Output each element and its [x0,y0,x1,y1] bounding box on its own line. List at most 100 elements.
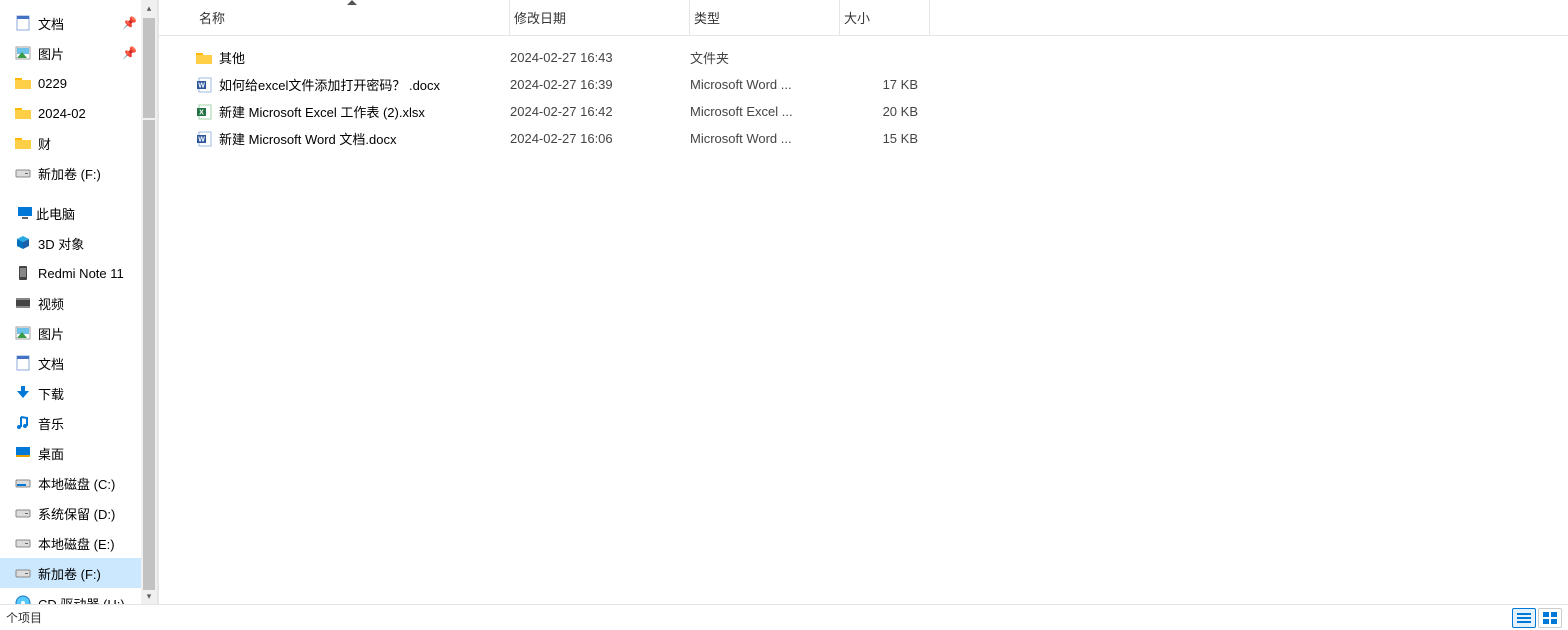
column-size[interactable]: 大小 [840,0,930,35]
word-file-icon: W [195,76,213,94]
scroll-thumb[interactable] [143,120,155,590]
file-row-3[interactable]: W 新建 Microsoft Word 文档.docx 2024-02-27 16:… [195,125,1568,152]
sidebar-item-label: 新加卷 (F:) [38,164,101,183]
sidebar-pc-item-4[interactable]: 文档 [0,348,157,378]
file-size: 17 KB [840,77,930,92]
document-icon [14,14,32,32]
pin-icon: 📌 [122,46,137,60]
videos-icon [14,294,32,312]
sidebar-item-label: 0229 [38,76,67,91]
file-size: 20 KB [840,104,930,119]
column-headers: 名称 修改日期 类型 大小 [159,0,1568,36]
this-pc-icon [16,204,34,222]
sidebar-pc-item-3[interactable]: 图片 [0,318,157,348]
svg-text:W: W [198,82,205,89]
sidebar-item-label: 桌面 [38,444,64,463]
sidebar-item-label: 下载 [38,384,64,403]
sidebar-scrollbar[interactable]: ▴ ▾ [141,0,157,604]
sidebar-item-label: 系统保留 (D:) [38,504,115,523]
sidebar-pc-item-0[interactable]: 3D 对象 [0,228,157,258]
sidebar-item-folder-4[interactable]: 财📌 [0,128,157,158]
sidebar-item-doc-0[interactable]: 文档📌 [0,8,157,38]
navigation-pane: 文档📌 图片 📌 0229📌2024-02📌财📌新加卷 (F:)📌 ▸此电脑 3D 对象 R… [0,0,158,604]
folder-icon [14,74,32,92]
sidebar-item-label: 图片 [38,44,64,63]
view-mode-buttons [1512,608,1562,628]
word-file-icon: W [195,130,213,148]
sidebar-item-label: 本地磁盘 (C:) [38,474,115,493]
column-size-label: 大小 [844,8,870,27]
sidebar-pc-item-12[interactable]: CD 驱动器 (H:) [0,588,157,604]
column-date-label: 修改日期 [514,8,566,27]
file-date: 2024-02-27 16:42 [510,104,690,119]
folder-icon [195,49,213,67]
sidebar-pc-item-9[interactable]: 系统保留 (D:) [0,498,157,528]
file-name: 新建 Microsoft Word 文档.docx [219,129,396,148]
excel-file-icon: X [195,103,213,121]
sidebar-item-label: 文档 [38,14,64,33]
phone-icon [14,264,32,282]
file-type: Microsoft Word ... [690,131,840,146]
file-size: 15 KB [840,131,930,146]
drive-icon [14,504,32,522]
file-name: 新建 Microsoft Excel 工作表 (2).xlsx [219,102,425,121]
drive-icon [14,534,32,552]
sidebar-pc-item-1[interactable]: Redmi Note 11 [0,258,157,288]
drive-icon [14,164,32,182]
sidebar-pc-item-2[interactable]: 视频 [0,288,157,318]
file-date: 2024-02-27 16:39 [510,77,690,92]
sort-indicator-icon [347,0,357,5]
folder-icon [14,134,32,152]
sidebar-item-label: CD 驱动器 (H:) [38,594,125,605]
scroll-thumb-top[interactable] [143,18,155,118]
sidebar-pc-item-11[interactable]: 新加卷 (F:) [0,558,157,588]
sidebar-pc-item-10[interactable]: 本地磁盘 (E:) [0,528,157,558]
sidebar-item-label: 图片 [38,324,64,343]
file-type: Microsoft Word ... [690,77,840,92]
pictures-icon [14,324,32,342]
icons-view-button[interactable] [1538,608,1562,628]
music-icon [14,414,32,432]
details-view-button[interactable] [1512,608,1536,628]
file-list-pane: 名称 修改日期 类型 大小 其他2024-02-27 16:43文件夹W如何给e… [158,0,1568,604]
file-row-1[interactable]: W如何给excel文件添加打开密码？ .docx2024-02-27 16:39… [195,71,1568,98]
sidebar-item-label: 新加卷 (F:) [38,564,101,583]
sidebar-this-pc-label: 此电脑 [36,204,75,223]
sidebar-pc-item-6[interactable]: 音乐 [0,408,157,438]
folder-icon [14,104,32,122]
column-name[interactable]: 名称 [195,0,510,35]
sidebar-item-drive-5[interactable]: 新加卷 (F:)📌 [0,158,157,188]
scroll-up-icon[interactable]: ▴ [141,0,157,16]
file-row-2[interactable]: X 新建 Microsoft Excel 工作表 (2).xlsx 2024-02-… [195,98,1568,125]
sidebar-item-label: 文档 [38,354,64,373]
sidebar-pc-item-5[interactable]: 下载 [0,378,157,408]
local-disk-icon [14,474,32,492]
file-list: 其他2024-02-27 16:43文件夹W如何给excel文件添加打开密码？ … [159,36,1568,604]
sidebar-this-pc[interactable]: ▸此电脑 [0,198,157,228]
sidebar-item-pic-1[interactable]: 图片 📌 [0,38,157,68]
pictures-icon [14,44,32,62]
details-view-icon [1517,612,1531,624]
downloads-icon [14,384,32,402]
sidebar-item-folder-3[interactable]: 2024-02📌 [0,98,157,128]
sidebar-item-label: Redmi Note 11 [38,266,124,281]
sidebar-item-label: 3D 对象 [38,234,84,253]
file-row-0[interactable]: 其他2024-02-27 16:43文件夹 [195,44,1568,71]
column-date[interactable]: 修改日期 [510,0,690,35]
svg-text:X: X [199,109,204,116]
column-type-label: 类型 [694,8,720,27]
sidebar-item-label: 财 [38,134,51,153]
status-bar: 个项目 [0,604,1568,630]
sidebar-item-folder-2[interactable]: 0229📌 [0,68,157,98]
cd-drive-icon [14,594,32,604]
sidebar-item-label: 音乐 [38,414,64,433]
3d-objects-icon [14,234,32,252]
scroll-down-icon[interactable]: ▾ [141,588,157,604]
sidebar-pc-item-7[interactable]: 桌面 [0,438,157,468]
sidebar-pc-item-8[interactable]: 本地磁盘 (C:) [0,468,157,498]
status-item-count: 个项目 [6,609,42,626]
file-date: 2024-02-27 16:06 [510,131,690,146]
column-type[interactable]: 类型 [690,0,840,35]
sidebar-item-label: 本地磁盘 (E:) [38,534,115,553]
desktop-icon [14,444,32,462]
